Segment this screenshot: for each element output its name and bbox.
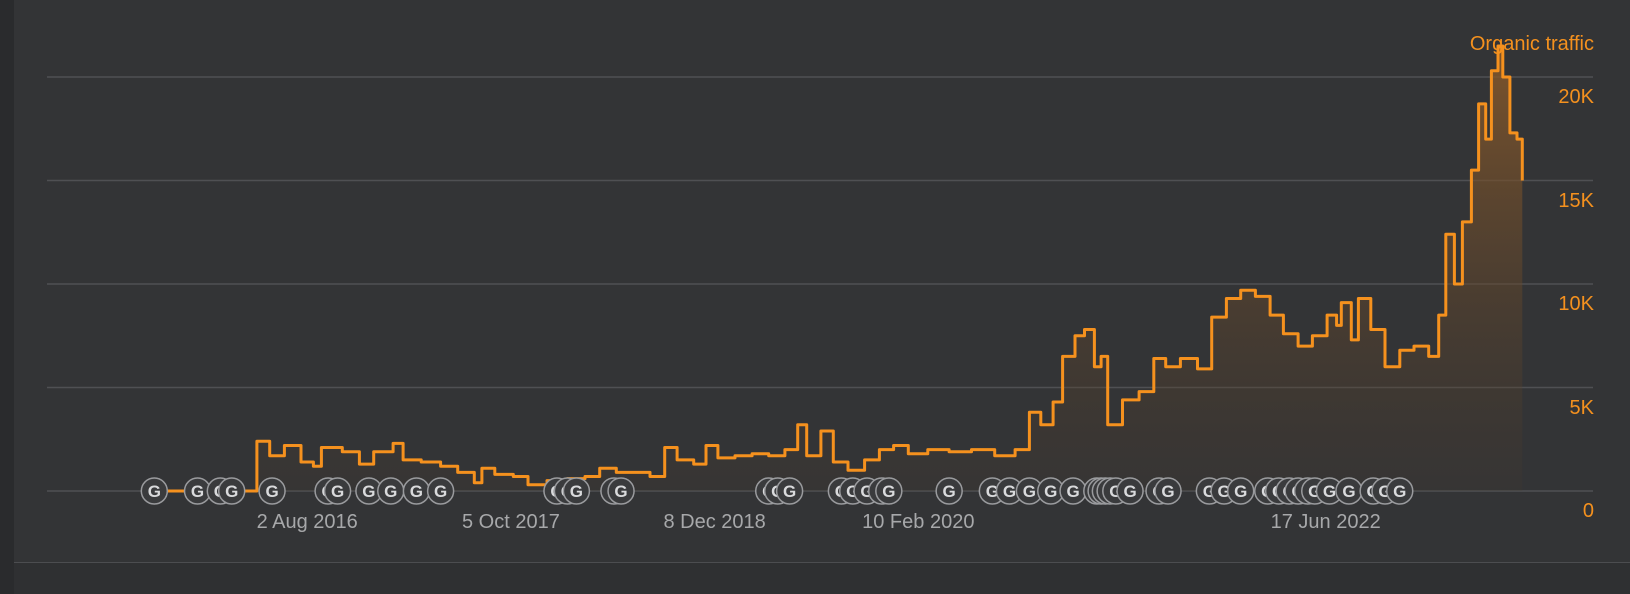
google-update-marker[interactable]: G [1059,477,1087,505]
x-tick-label: 2 Aug 2016 [256,511,358,533]
google-g-icon: G [1323,482,1336,501]
google-update-marker[interactable]: G [1386,477,1414,505]
google-g-icon: G [410,482,423,501]
google-g-icon: G [570,482,583,501]
google-g-icon: G [1234,482,1247,501]
series-label: Organic traffic [1469,33,1594,55]
y-tick-label: 5K [1569,396,1594,419]
traffic-area [147,46,1523,491]
google-g-icon: G [225,482,238,501]
google-update-marker[interactable]: G [140,477,169,505]
google-g-icon: G [614,482,627,501]
google-update-marker[interactable]: G [1335,477,1363,505]
x-tick-label: 17 Jun 2022 [1270,511,1381,533]
google-g-icon: G [1393,482,1406,501]
google-g-icon: G [943,482,956,501]
google-update-marker[interactable]: G [1154,477,1182,505]
x-tick-label: 10 Feb 2020 [862,511,975,533]
google-update-marker[interactable]: G [1226,477,1255,505]
google-update-marker[interactable]: G [377,477,405,505]
google-g-icon: G [362,482,375,501]
google-g-icon: G [1342,482,1355,501]
google-update-marker[interactable]: G [323,477,352,505]
google-update-marker[interactable]: G [402,477,431,505]
google-update-marker[interactable]: G [258,477,286,505]
google-g-icon: G [1161,482,1174,501]
google-update-marker[interactable]: G [1116,477,1144,505]
google-update-marker[interactable]: G [775,477,804,505]
google-g-icon: G [191,482,204,501]
annotation-markers: GGGGGGGGGGGGGGGGGGGGGGGGGGGGGGGGGGGGGGGG… [140,477,1414,505]
google-g-icon: G [1044,482,1057,501]
google-g-icon: G [384,482,397,501]
google-g-icon: G [148,482,161,501]
google-g-icon: G [783,482,796,501]
google-update-marker[interactable]: G [562,477,591,505]
y-tick-label: 0 [1582,500,1594,522]
google-g-icon: G [1123,482,1136,501]
google-update-marker[interactable]: G [607,477,635,505]
google-g-icon: G [1003,482,1016,501]
google-g-icon: G [882,482,895,501]
x-tick-label: 8 Dec 2018 [663,511,766,533]
x-tick-label: 5 Oct 2017 [461,511,560,533]
google-g-icon: G [265,482,278,501]
y-tick-label: 10K [1558,293,1594,315]
google-g-icon: G [331,482,344,501]
google-update-marker[interactable]: G [875,477,903,505]
y-tick-label: 20K [1558,86,1594,108]
google-update-marker[interactable]: G [935,477,963,505]
traffic-chart: GGGGGGGGGGGGGGGGGGGGGGGGGGGGGGGGGGGGGGGG… [47,44,1593,505]
y-tick-label: 15K [1558,189,1594,212]
google-g-icon: G [1066,482,1079,501]
google-update-marker[interactable]: G [217,477,246,505]
google-g-icon: G [434,482,447,501]
google-update-marker[interactable]: G [426,477,455,505]
google-g-icon: G [1023,482,1036,501]
